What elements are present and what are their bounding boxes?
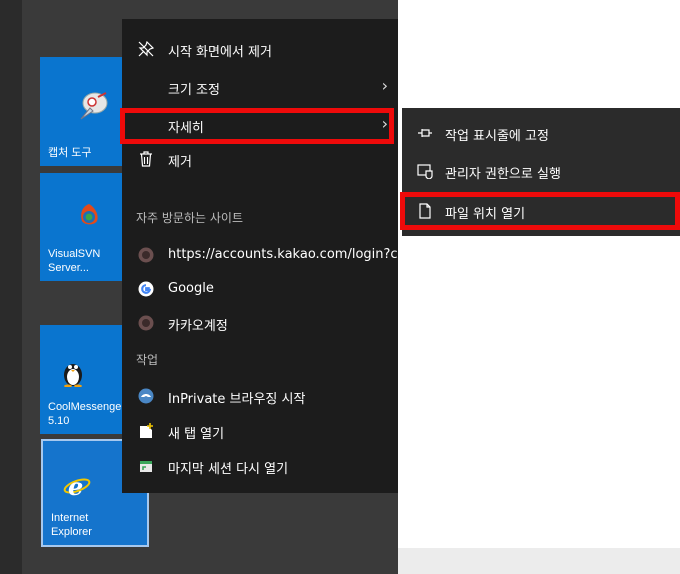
- menu-item-label: InPrivate 브라우징 시작: [168, 392, 306, 407]
- frequent-site-kakao-account[interactable]: 카카오계정: [122, 307, 398, 339]
- menu-item-unpin-from-start[interactable]: 시작 화면에서 제거: [122, 33, 398, 65]
- frequent-site-kakao-login[interactable]: https://accounts.kakao.com/login?co...: [122, 239, 418, 271]
- start-left-rail: [0, 0, 22, 574]
- highlight-open-file-location: [400, 192, 680, 230]
- submenu-item-label: 작업 표시줄에 고정: [445, 129, 549, 144]
- pin-taskbar-icon: [418, 129, 432, 137]
- visualsvn-icon: [81, 204, 98, 225]
- internet-explorer-icon: e: [63, 473, 91, 499]
- menu-item-label: https://accounts.kakao.com/login?co...: [168, 247, 418, 262]
- context-menu: 시작 화면에서 제거 크기 조정 › 자세히 › 제거 자주 방문하는 사이트 …: [122, 19, 418, 493]
- submenu-item-label: 관리자 권한으로 실행: [445, 167, 561, 182]
- svg-text:e: e: [68, 473, 83, 499]
- penguin-icon: [64, 364, 82, 387]
- menu-item-label: 제거: [168, 155, 192, 170]
- menu-item-label: Google: [168, 281, 214, 296]
- inprivate-icon: [138, 388, 154, 404]
- kakao-icon: [138, 247, 154, 263]
- menu-item-label: 시작 화면에서 제거: [168, 45, 272, 60]
- menu-item-resize[interactable]: 크기 조정 ›: [122, 71, 398, 103]
- menu-item-label: 새 탭 열기: [168, 427, 225, 442]
- run-as-admin-icon: [417, 164, 433, 179]
- snipping-tool-icon: [80, 92, 108, 120]
- chevron-right-icon: ›: [381, 76, 388, 95]
- menu-item-label: 마지막 세션 다시 열기: [168, 462, 289, 477]
- submenu-item-pin-to-taskbar[interactable]: 작업 표시줄에 고정: [402, 117, 680, 149]
- frequent-sites-header: 자주 방문하는 사이트: [136, 211, 243, 225]
- frequent-site-google[interactable]: Google: [122, 273, 398, 305]
- task-new-tab[interactable]: 새 탭 열기: [122, 415, 398, 447]
- tasks-header: 작업: [136, 353, 159, 367]
- submenu-item-run-as-admin[interactable]: 관리자 권한으로 실행: [402, 155, 680, 187]
- desktop-bottom-area: [398, 548, 680, 574]
- menu-item-uninstall[interactable]: 제거: [122, 143, 398, 175]
- menu-item-label: 크기 조정: [168, 83, 220, 98]
- highlight-more-item: [120, 108, 394, 144]
- google-icon: [138, 281, 154, 297]
- tile-label: Internet Explorer: [51, 512, 92, 538]
- trash-icon: [140, 151, 152, 167]
- task-reopen-last-session[interactable]: 마지막 세션 다시 열기: [122, 450, 398, 482]
- kakao-icon: [138, 315, 154, 331]
- new-tab-icon: [140, 423, 153, 438]
- unpin-icon: [138, 41, 154, 57]
- task-inprivate-browsing[interactable]: InPrivate 브라우징 시작: [122, 380, 398, 412]
- menu-item-label: 카카오계정: [168, 319, 228, 334]
- reopen-session-icon: [140, 461, 152, 472]
